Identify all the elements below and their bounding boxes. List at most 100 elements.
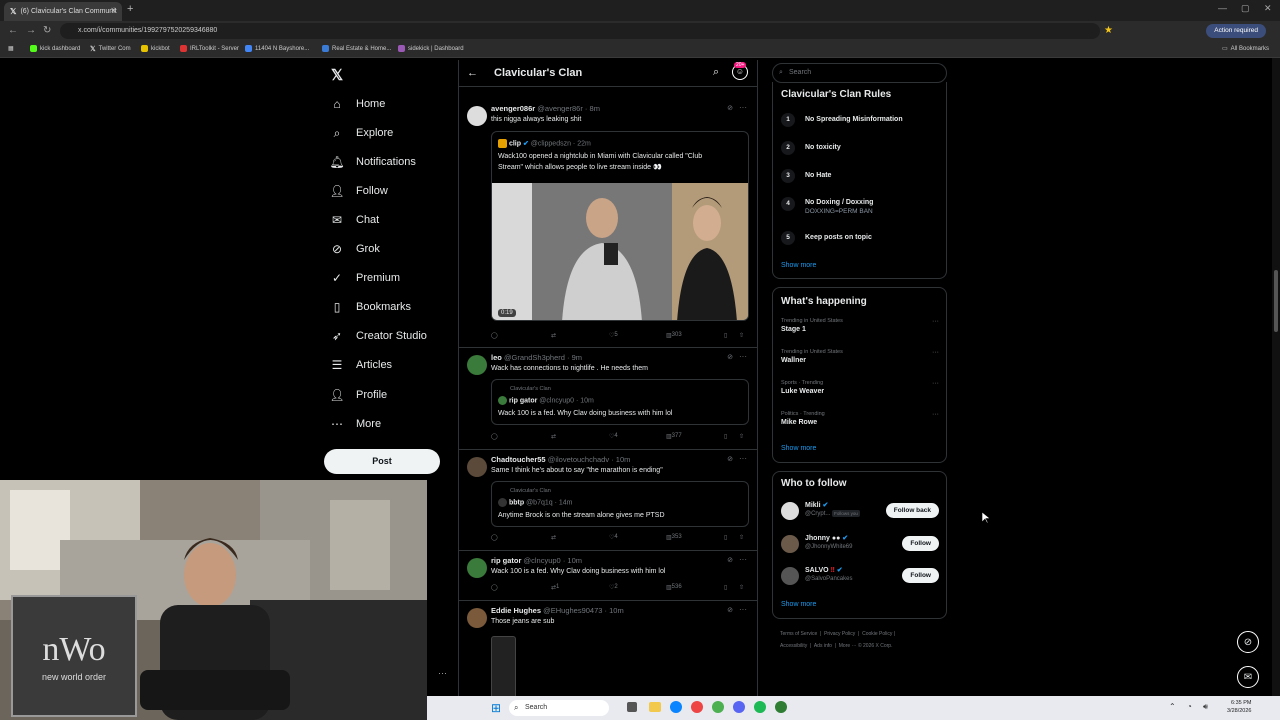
nav-articles[interactable]: ☰ Articles [330, 358, 392, 372]
new-tab-button[interactable]: + [127, 3, 133, 15]
follow-suggestion[interactable]: SALVO ‼ ✔ @SalvoPancakes Follow [781, 565, 939, 587]
forward-icon[interactable]: → [26, 25, 36, 36]
views-button[interactable]: ▥ 536 [666, 584, 682, 591]
grok-icon[interactable]: ⊘ [727, 556, 733, 564]
footer-link[interactable]: Accessibility [780, 643, 807, 649]
views-button[interactable]: ▥ 377 [666, 433, 682, 440]
trend-item[interactable]: Politics · Trending Mike Rowe ··· [781, 411, 939, 426]
rules-show-more-link[interactable]: Show more [781, 262, 816, 269]
file-explorer-icon[interactable] [649, 702, 661, 712]
avatar[interactable] [781, 567, 799, 585]
nav-more[interactable]: ⋯ More [330, 417, 381, 431]
bookmark-item[interactable]: kick dashboard [30, 45, 80, 52]
like-button[interactable]: ♡ 5 [609, 332, 618, 339]
back-icon[interactable]: ← [8, 25, 18, 36]
post-author[interactable]: Eddie Hughes @EHughes90473 · 10m [491, 606, 624, 615]
follow-button[interactable]: Follow [902, 536, 939, 551]
grok-fab-icon[interactable]: ⊘ [1237, 631, 1259, 653]
apps-icon[interactable]: ▦ [8, 45, 14, 52]
more-options-icon[interactable]: ··· [739, 555, 747, 564]
share-icon[interactable]: ⇧ [739, 534, 744, 541]
nav-profile[interactable]: 👤︎ Profile [329, 388, 387, 402]
nav-premium[interactable]: ✓ Premium [330, 271, 400, 285]
bookmark-icon[interactable]: ▯ [724, 534, 727, 541]
scrollbar-thumb[interactable] [1274, 270, 1278, 332]
rule-item[interactable]: 1 No Spreading Misinformation [781, 113, 903, 127]
avatar[interactable] [467, 355, 487, 375]
grok-icon[interactable]: ⊘ [727, 455, 733, 463]
account-menu-icon[interactable]: ··· [438, 668, 447, 678]
quoted-post[interactable]: Clavicular's Clan rip gator @clncyup0 · … [491, 379, 749, 425]
edge-icon[interactable] [670, 701, 682, 713]
maximize-icon[interactable]: ▢ [1241, 3, 1250, 14]
post-author[interactable]: avenger086r @avenger86r · 8m [491, 104, 600, 113]
like-button[interactable]: ♡ 4 [609, 433, 618, 440]
bookmark-item[interactable]: Real Estate & Home... [322, 45, 391, 52]
clock[interactable]: 6:35 PM 3/28/2026 [1227, 699, 1251, 715]
x-logo-icon[interactable]: 𝕏 [331, 66, 343, 84]
reply-icon[interactable]: ◯ [491, 534, 498, 541]
grok-icon[interactable]: ⊘ [727, 353, 733, 361]
views-button[interactable]: ▥ 353 [666, 534, 682, 541]
rule-item[interactable]: 2 No toxicity [781, 141, 841, 155]
star-icon[interactable]: ★ [1104, 25, 1113, 36]
share-icon[interactable]: ⇧ [739, 332, 744, 339]
repost-icon[interactable]: ⇄ [551, 433, 556, 440]
url-field[interactable]: x.com/i/communities/1992797520259346880 [60, 23, 1100, 39]
trend-item[interactable]: Trending in United States Stage 1 ··· [781, 318, 939, 333]
nav-explore[interactable]: ⌕ Explore [330, 126, 394, 140]
post[interactable]: Chadtoucher55 @ilovetouchchadv · 10m ⊘ ·… [459, 451, 757, 551]
more-options-icon[interactable]: ··· [739, 454, 747, 463]
grok-icon[interactable]: ⊘ [727, 104, 733, 112]
search-icon[interactable]: ⌕ [713, 66, 719, 79]
bookmark-icon[interactable]: ▯ [724, 584, 727, 591]
grok-icon[interactable]: ⊘ [727, 606, 733, 614]
nav-bookmarks[interactable]: ▯ Bookmarks [330, 300, 411, 314]
bookmark-item[interactable]: IRLToolkit - Server [180, 45, 239, 52]
avatar[interactable] [467, 608, 487, 628]
bookmark-item[interactable]: 𝕏 Twitter Com [90, 45, 131, 53]
post[interactable]: avenger086r @avenger86r · 8m ⊘ ··· this … [459, 100, 757, 348]
like-button[interactable]: ♡ 4 [609, 534, 618, 541]
rule-item[interactable]: 5 Keep posts on topic [781, 231, 872, 245]
more-options-icon[interactable]: ··· [932, 380, 939, 387]
bookmark-item[interactable]: 11404 N Bayshore... [245, 45, 309, 52]
more-options-icon[interactable]: ··· [932, 349, 939, 356]
app-icon[interactable] [775, 701, 787, 713]
avatar[interactable] [467, 457, 487, 477]
trend-item[interactable]: Trending in United States Wallner ··· [781, 349, 939, 364]
volume-icon[interactable]: 🔊︎ [1203, 702, 1208, 712]
follow-button[interactable]: Follow [902, 568, 939, 583]
post[interactable]: leo @GrandSh3pherd · 9m ⊘ ··· Wack has c… [459, 349, 757, 450]
post[interactable]: Eddie Hughes @EHughes90473 · 10m ⊘ ··· T… [459, 602, 757, 696]
nav-follow[interactable]: 👤︎ Follow [329, 184, 387, 198]
app-icon[interactable] [712, 701, 724, 713]
footer-link[interactable]: More ··· [839, 643, 857, 649]
more-options-icon[interactable]: ··· [932, 411, 939, 418]
more-options-icon[interactable]: ··· [932, 318, 939, 325]
rule-item[interactable]: 3 No Hate [781, 169, 831, 183]
post[interactable]: rip gator @clncyup0 · 10m ⊘ ··· Wack 100… [459, 552, 757, 601]
bookmark-item[interactable]: kickbot [141, 45, 170, 52]
avatar[interactable] [467, 558, 487, 578]
trends-show-more-link[interactable]: Show more [781, 445, 816, 452]
quoted-post[interactable]: Clavicular's Clan bbtp @b7q1q · 14m Anyt… [491, 481, 749, 527]
reload-icon[interactable]: ↻ [43, 25, 51, 36]
follow-show-more-link[interactable]: Show more [781, 601, 816, 608]
post-author[interactable]: leo @GrandSh3pherd · 9m [491, 353, 582, 362]
follow-suggestion[interactable]: Mikli ✔ @Crypt... Follows you Follow bac… [781, 500, 939, 522]
repost-button[interactable]: ⇄ 1 [551, 584, 559, 591]
chrome-icon[interactable] [691, 701, 703, 713]
views-button[interactable]: ▥ 303 [666, 332, 682, 339]
browser-tab[interactable]: 𝕏 (6) Clavicular's Clan Communit ✕ [4, 2, 122, 21]
bookmark-item[interactable]: sidekick | Dashboard [398, 45, 464, 52]
follow-back-button[interactable]: Follow back [885, 503, 939, 518]
share-icon[interactable]: ⇧ [739, 433, 744, 440]
minimize-icon[interactable]: — [1218, 3, 1227, 13]
taskbar-search[interactable]: ⌕ Search [509, 700, 609, 716]
windows-start-icon[interactable]: ⊞ [491, 701, 501, 715]
repost-icon[interactable]: ⇄ [551, 534, 556, 541]
bookmark-icon[interactable]: ▯ [724, 433, 727, 440]
video-thumbnail[interactable]: 0:19 [492, 183, 748, 320]
nav-grok[interactable]: ⊘ Grok [330, 242, 380, 256]
